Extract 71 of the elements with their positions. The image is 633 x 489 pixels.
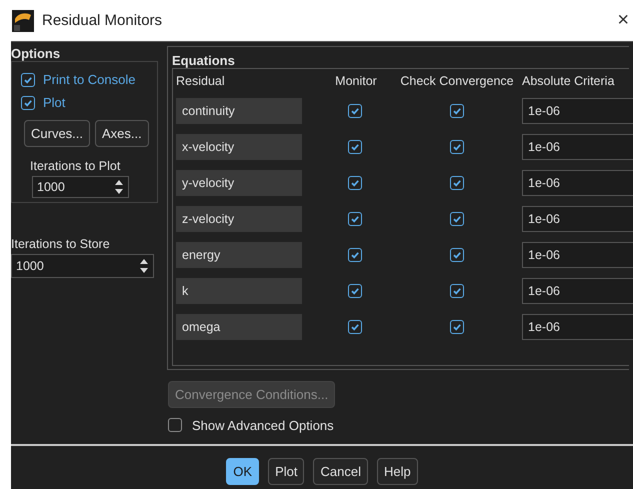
checkbox[interactable] [348,176,362,190]
check-icon [350,214,360,224]
checkbox[interactable] [348,104,362,118]
number-field[interactable]: 1000 [32,176,129,198]
checkbox[interactable] [21,96,35,110]
checkbox[interactable] [348,140,362,154]
dialog-button[interactable]: OK [226,458,260,485]
residual-field: x-velocity [176,134,302,160]
check-icon [452,286,462,296]
check-icon [23,74,33,85]
field-label: Iterations to Plot [30,159,122,174]
checkbox[interactable] [348,320,362,334]
column-header: Check Convergence [399,74,515,88]
check-icon [350,106,360,116]
column-header: Residual [176,74,226,88]
check-icon [452,250,462,260]
check-icon [350,322,360,332]
check-icon [350,142,360,152]
criteria-input-field[interactable]: 1e-06 [522,278,633,304]
dialog-button[interactable]: Axes... [95,120,149,148]
check-icon [452,142,462,152]
close-button[interactable]: × [613,9,633,32]
checkbox[interactable] [21,72,35,87]
window-title: Residual Monitors [42,12,162,29]
check-icon [452,106,462,116]
spinner-arrows-icon[interactable] [139,258,149,274]
criteria-input-field[interactable]: 1e-06 [522,170,633,196]
checkbox[interactable] [348,212,362,226]
residual-field: z-velocity [176,206,302,232]
criteria-input-field[interactable]: 1e-06 [522,314,633,340]
criteria-input-field[interactable]: 1e-06 [522,206,633,232]
group-title: Equations [172,53,236,68]
column-header: Monitor [334,74,378,88]
check-icon [452,178,462,188]
criteria-input-field[interactable]: 1e-06 [522,98,633,124]
spinner-arrows-icon[interactable] [114,179,124,196]
criteria-input-field[interactable]: 1e-06 [522,134,633,160]
check-icon [350,250,360,260]
check-icon [350,178,360,188]
dialog-button[interactable]: Curves... [24,120,90,148]
checkbox[interactable] [450,248,464,262]
dialog-button[interactable]: Cancel [313,458,368,485]
check-icon [452,322,462,332]
check-icon [452,214,462,224]
criteria-input-field[interactable]: 1e-06 [522,242,633,268]
checkbox[interactable] [348,248,362,262]
residual-field: omega [176,314,302,340]
checkbox[interactable] [348,284,362,298]
checkbox[interactable] [450,176,464,190]
checkbox[interactable] [450,140,464,154]
column-header: Absolute Criteria [522,74,616,88]
number-field[interactable]: 1000 [11,254,154,278]
checkbox[interactable] [168,418,182,432]
checkbox-label: Print to Console [43,72,136,88]
field-label: Iterations to Store [11,237,111,251]
residual-field: continuity [176,98,302,124]
checkbox[interactable] [450,212,464,226]
group-title: Options [11,46,62,61]
residual-field: k [176,278,302,304]
dialog-button[interactable]: Plot [268,458,304,485]
checkbox[interactable] [450,320,464,334]
check-icon [23,98,33,108]
app-logo-icon [12,10,34,32]
residual-field: y-velocity [176,170,302,196]
checkbox[interactable] [450,104,464,118]
checkbox-label: Show Advanced Options [192,418,334,432]
checkbox[interactable] [450,284,464,298]
dialog-button[interactable]: Help [376,458,418,485]
residual-field: energy [176,242,302,268]
checkbox-label: Plot [43,95,66,110]
check-icon [350,286,360,296]
